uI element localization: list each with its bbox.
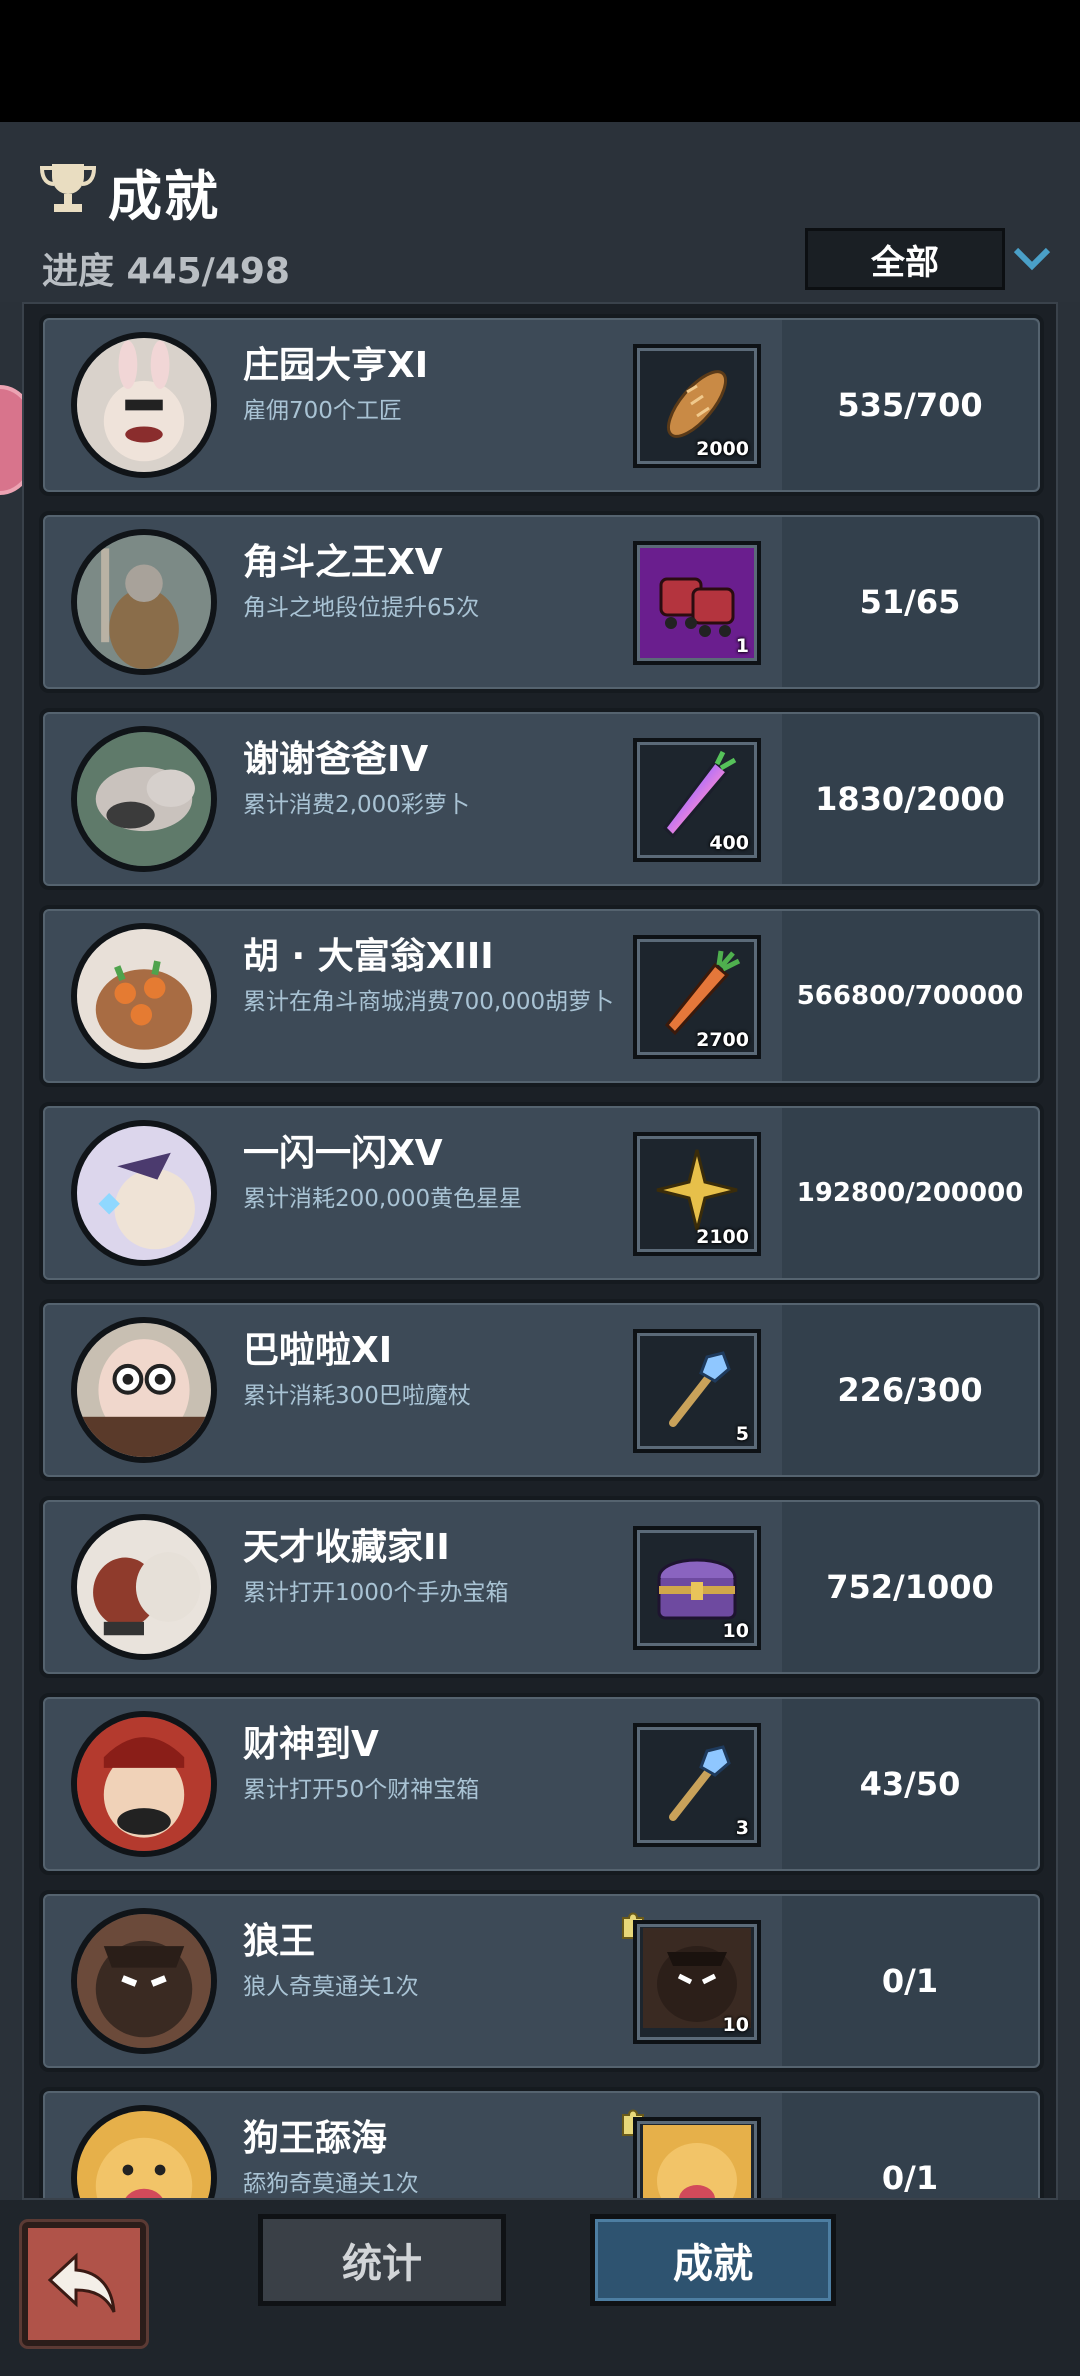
achievement-desc: 累计在角斗商城消费700,000胡萝卜 <box>243 989 615 1015</box>
reward-slot[interactable]: 2100 <box>633 1132 761 1256</box>
rainbow-carrot-icon <box>663 750 737 839</box>
progress-text: 进度 445/498 <box>42 251 290 292</box>
achievement-progress: 0/1 <box>881 2159 939 2197</box>
reward-slot[interactable]: 1 <box>633 541 761 665</box>
achievement-list[interactable]: 庄园大亨XI 雇佣700个工匠 2000 535/700 角斗之王XV 角斗之地… <box>22 302 1058 2200</box>
bottom-navigation <box>0 2200 1080 2376</box>
wand-icon <box>669 1745 731 1821</box>
achievement-title: 庄园大亨XI <box>243 345 429 386</box>
achievement-desc: 舔狗奇莫通关1次 <box>243 2171 419 2197</box>
achievement-card: 谢谢爸爸IV 累计消费2,000彩萝卜 400 1830/2000 <box>39 708 1044 890</box>
achievement-title: 角斗之王XV <box>243 542 443 583</box>
achievement-progress: 51/65 <box>859 583 961 621</box>
tab-achievements[interactable]: 成就 <box>590 2214 836 2306</box>
reward-slot[interactable]: 10 <box>633 1920 761 2044</box>
trophy-icon <box>39 164 97 212</box>
achievement-card: 狗王舔海 舔狗奇莫通关1次 0/1 <box>39 2087 1044 2198</box>
status-bar <box>0 0 1080 122</box>
reward-slot[interactable]: 10 <box>633 1526 761 1650</box>
reward-quantity: 2700 <box>696 1029 749 1051</box>
page-title: 成就 <box>108 165 220 228</box>
achievement-title: 狼王 <box>243 1921 316 1962</box>
achievement-desc: 累计消耗300巴啦魔杖 <box>243 1383 471 1409</box>
achievement-avatar-knight <box>71 529 217 675</box>
achievement-card: 胡 · 大富翁XIII 累计在角斗商城消费700,000胡萝卜 2700 566… <box>39 905 1044 1087</box>
carrot-icon <box>664 950 741 1036</box>
achievement-avatar-carrots <box>71 923 217 1069</box>
achievement-card: 庄园大亨XI 雇佣700个工匠 2000 535/700 <box>39 314 1044 496</box>
achievement-title: 一闪一闪XV <box>243 1133 443 1174</box>
achievement-avatar-collector <box>71 1514 217 1660</box>
achievement-desc: 角斗之地段位提升65次 <box>243 595 480 621</box>
achievement-avatar-rabbit <box>71 332 217 478</box>
achievement-card: 天才收藏家II 累计打开1000个手办宝箱 10 752/1000 <box>39 1496 1044 1678</box>
achievement-progress: 566800/700000 <box>796 981 1024 1011</box>
achievement-progress: 535/700 <box>837 386 983 424</box>
achievement-desc: 雇佣700个工匠 <box>243 398 402 424</box>
reward-quantity: 3 <box>735 1817 749 1839</box>
dog-portrait-icon <box>643 2125 751 2198</box>
reward-quantity: 400 <box>709 832 749 854</box>
achievement-avatar-bunny-hug <box>71 726 217 872</box>
achievement-progress: 1830/2000 <box>815 780 1005 818</box>
filter-label: 全部 <box>871 242 939 283</box>
wolf-portrait-icon <box>643 1928 751 2028</box>
achievement-progress: 0/1 <box>881 1962 939 2000</box>
reward-slot[interactable]: 3 <box>633 1723 761 1847</box>
achievement-avatar-wolf <box>71 1908 217 2054</box>
reward-quantity: 10 <box>722 2014 749 2036</box>
achievement-title: 财神到V <box>243 1724 379 1765</box>
achievement-title: 天才收藏家II <box>243 1527 450 1568</box>
skates-icon <box>659 577 735 637</box>
tab-stats[interactable]: 统计 <box>258 2214 506 2306</box>
reward-slot[interactable]: 400 <box>633 738 761 862</box>
reward-slot[interactable]: 2700 <box>633 935 761 1059</box>
reward-quantity: 2000 <box>696 438 749 460</box>
bread-icon <box>667 370 727 438</box>
achievement-avatar-dog <box>71 2105 217 2198</box>
achievement-desc: 狼人奇莫通关1次 <box>243 1974 419 2000</box>
achievement-title: 谢谢爸爸IV <box>243 739 429 780</box>
reward-quantity: 5 <box>735 1423 749 1445</box>
achievement-title: 狗王舔海 <box>243 2118 388 2159</box>
achievement-card: 财神到V 累计打开50个财神宝箱 3 43/50 <box>39 1693 1044 1875</box>
achievement-progress: 192800/200000 <box>796 1178 1024 1208</box>
achievement-desc: 累计打开1000个手办宝箱 <box>243 1580 509 1606</box>
achievement-progress: 226/300 <box>837 1371 983 1409</box>
achievement-card: 角斗之王XV 角斗之地段位提升65次 1 51/65 <box>39 511 1044 693</box>
achievement-avatar-wizard <box>71 1120 217 1266</box>
reward-quantity: 10 <box>722 1620 749 1642</box>
achievement-desc: 累计打开50个财神宝箱 <box>243 1777 480 1803</box>
achievement-card: 巴啦啦XI 累计消耗300巴啦魔杖 5 226/300 <box>39 1299 1044 1481</box>
achievement-title: 巴啦啦XI <box>243 1330 393 1371</box>
achievement-avatar-fortune-god <box>71 1711 217 1857</box>
star-icon <box>656 1149 738 1231</box>
wand-icon <box>669 1351 731 1427</box>
chevron-down-icon[interactable] <box>1012 244 1052 274</box>
achievement-card: 一闪一闪XV 累计消耗200,000黄色星星 2100 192800/20000… <box>39 1102 1044 1284</box>
achievement-desc: 累计消耗200,000黄色星星 <box>243 1186 523 1212</box>
achievement-avatar-balala <box>71 1317 217 1463</box>
reward-quantity: 1 <box>735 635 749 657</box>
back-arrow-icon <box>47 2252 116 2313</box>
achievement-card: 狼王 狼人奇莫通关1次 10 0/1 <box>39 1890 1044 2072</box>
achievement-progress: 43/50 <box>859 1765 961 1803</box>
reward-slot[interactable] <box>633 2117 761 2198</box>
reward-slot[interactable]: 2000 <box>633 344 761 468</box>
achievement-desc: 累计消费2,000彩萝卜 <box>243 792 470 818</box>
achievement-progress: 752/1000 <box>826 1568 994 1606</box>
reward-slot[interactable]: 5 <box>633 1329 761 1453</box>
filter-dropdown[interactable]: 全部 <box>805 228 1005 290</box>
reward-quantity: 2100 <box>696 1226 749 1248</box>
back-button[interactable] <box>22 2222 146 2346</box>
achievement-title: 胡 · 大富翁XIII <box>243 936 494 977</box>
chest-icon <box>657 1558 737 1620</box>
